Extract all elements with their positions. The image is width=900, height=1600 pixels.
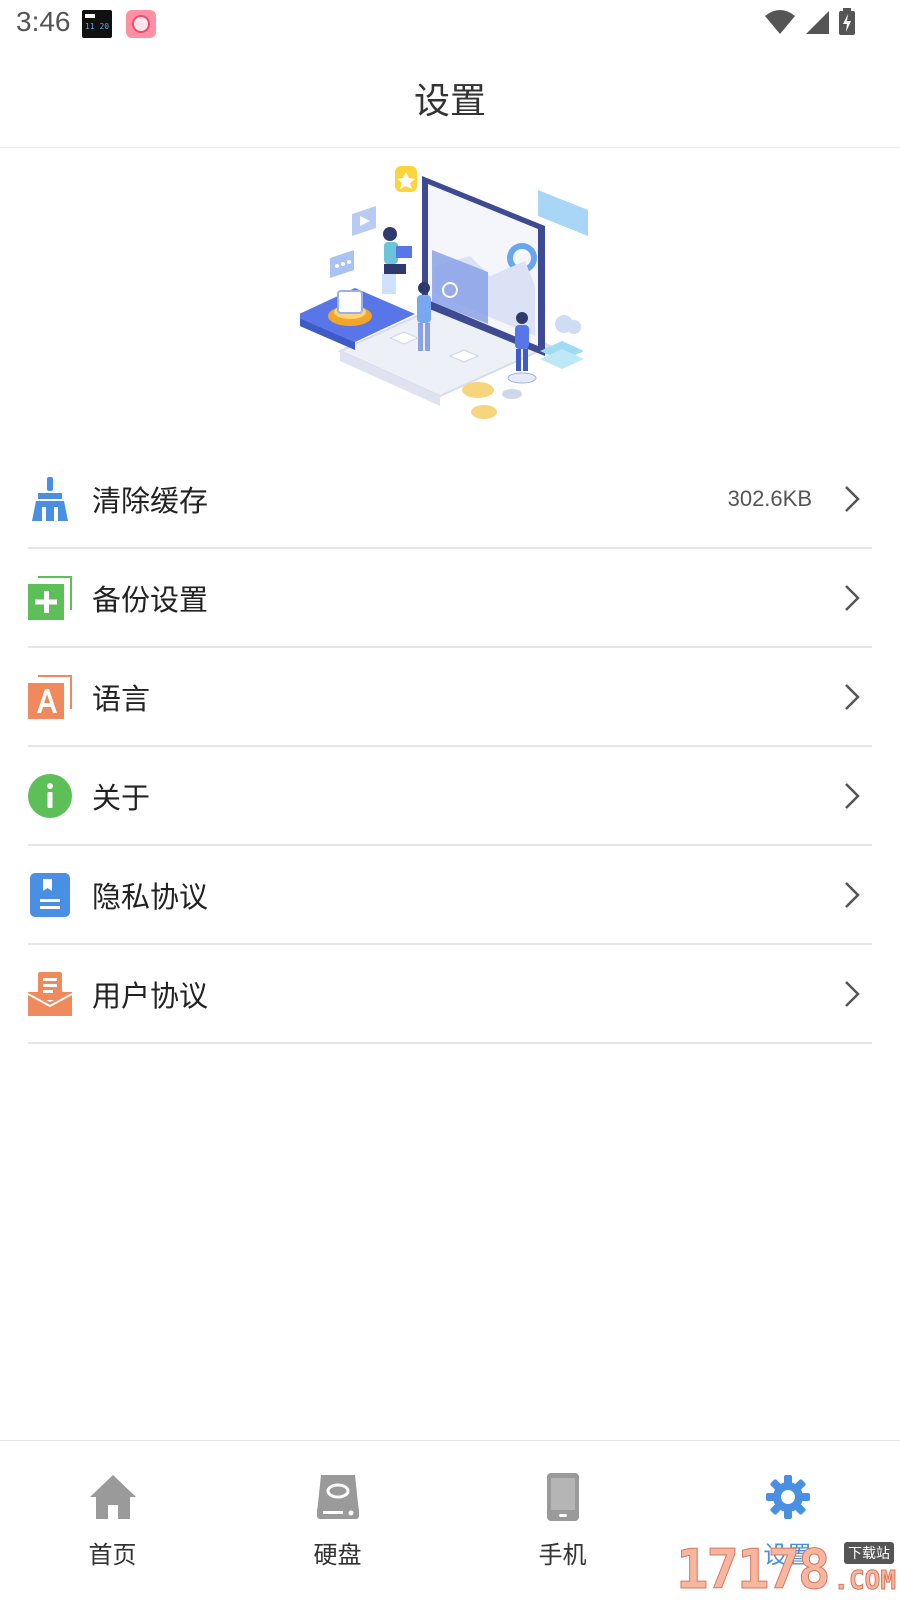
- settings-list: 清除缓存 302.6KB 备份设置 语言 关于 隐私协议 用户协议: [28, 450, 872, 1044]
- settings-item-label: 语言: [92, 681, 151, 716]
- watermark-digits: 17178: [676, 1538, 832, 1600]
- language-icon: [28, 674, 72, 719]
- chevron-right-icon: [845, 782, 860, 809]
- wifi-icon: [765, 10, 795, 34]
- settings-item-privacy[interactable]: 隐私协议: [28, 846, 872, 945]
- cellular-signal-icon: [806, 11, 829, 34]
- info-icon: [28, 773, 72, 818]
- page-title: 设置: [413, 80, 486, 122]
- nav-label: 首页: [88, 1541, 137, 1569]
- settings-item-backup[interactable]: 备份设置: [28, 549, 872, 648]
- watermark-suffix: .COM: [833, 1566, 897, 1597]
- home-icon: [87, 1471, 139, 1523]
- title-bar: 设置: [0, 48, 900, 148]
- nav-item-phone[interactable]: 手机: [450, 1441, 675, 1600]
- user-agreement-icon: [28, 971, 72, 1016]
- app-notification-icon: [126, 10, 156, 38]
- settings-item-label: 关于: [92, 780, 151, 815]
- site-watermark: 17178 下载站 .COM: [676, 1538, 900, 1600]
- settings-item-label: 清除缓存: [92, 483, 209, 518]
- chevron-right-icon: [845, 881, 860, 908]
- privacy-document-icon: [28, 872, 72, 917]
- hard-disk-icon: [312, 1471, 364, 1523]
- chevron-right-icon: [845, 683, 860, 710]
- status-bar: 3:46 11 20: [0, 0, 900, 48]
- watermark-tag: 下载站: [844, 1542, 894, 1564]
- settings-item-label: 用户协议: [92, 978, 209, 1013]
- status-time: 3:46: [16, 6, 71, 37]
- broom-icon: [28, 476, 72, 521]
- settings-item-label: 备份设置: [92, 582, 209, 617]
- settings-item-user-agreement[interactable]: 用户协议: [28, 945, 872, 1044]
- nav-label: 硬盘: [313, 1541, 362, 1569]
- nav-label: 手机: [538, 1541, 587, 1569]
- battery-charging-icon: [839, 8, 855, 35]
- settings-illustration: [295, 166, 600, 432]
- gear-icon: [762, 1471, 814, 1523]
- chevron-right-icon: [845, 485, 860, 512]
- settings-item-clear-cache[interactable]: 清除缓存 302.6KB: [28, 450, 872, 549]
- cache-size-value: 302.6KB: [727, 485, 812, 511]
- chevron-right-icon: [845, 584, 860, 611]
- settings-item-about[interactable]: 关于: [28, 747, 872, 846]
- settings-item-language[interactable]: 语言: [28, 648, 872, 747]
- backup-plus-icon: [28, 575, 72, 620]
- settings-item-label: 隐私协议: [92, 879, 209, 914]
- nav-item-hard-disk[interactable]: 硬盘: [225, 1441, 450, 1600]
- chevron-right-icon: [845, 980, 860, 1007]
- phone-icon: [537, 1471, 589, 1523]
- system-status-icons: [764, 8, 856, 36]
- clock-widget-icon: 11 20: [82, 10, 112, 38]
- nav-item-home[interactable]: 首页: [0, 1441, 225, 1600]
